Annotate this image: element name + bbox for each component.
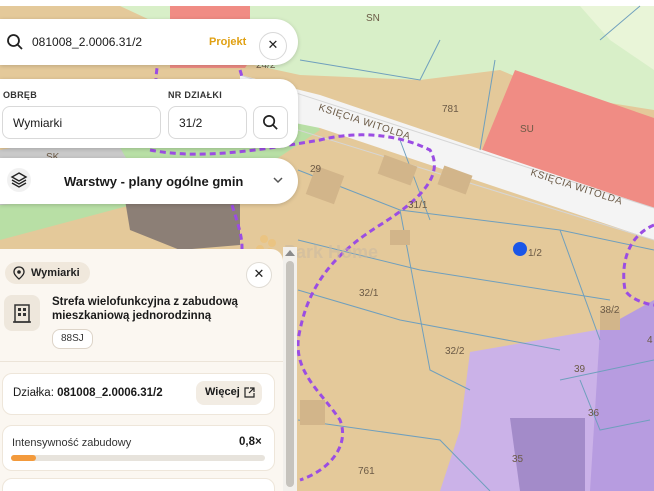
search-bar[interactable]: 081008_2.0006.31/2 Projekt ✕ [0,19,298,65]
zone-label-su: SU [520,124,534,135]
parcel-label: 39 [574,364,586,375]
parcel-label: 31/1 [408,200,428,211]
external-link-icon [244,387,255,398]
parcel-label: 35 [512,454,524,465]
precinct-label: OBRĘB [3,90,38,100]
parcel-label: 781 [442,104,459,115]
intensity-value: 0,8× [239,436,262,448]
plot-info-panel: Wymiarki ✕ Strefa wielofunkcyjna z zabud… [0,249,283,491]
close-icon: ✕ [267,37,279,52]
project-tag[interactable]: Projekt [209,36,246,48]
search-close-button[interactable]: ✕ [259,32,287,60]
next-row [2,478,275,491]
search-icon [263,115,278,130]
layers-label: Warstwy - plany ogólne gmin [64,174,244,189]
parcel-label: 29 [310,164,322,175]
plot-number-label: NR DZIAŁKI [168,90,222,100]
scroll-thumb[interactable] [286,261,294,487]
precinct-input[interactable]: Wymiarki [2,106,161,139]
panel-scrollbar[interactable] [283,247,297,491]
zone-code-badge: 88SJ [52,329,93,349]
intensity-label: Intensywność zabudowy [12,437,132,449]
layers-dropdown[interactable]: Warstwy - plany ogólne gmin [0,158,298,204]
plot-id-value: 081008_2.0006.31/2 [57,387,163,399]
chevron-down-icon [273,177,283,184]
location-marker[interactable] [513,242,527,256]
scroll-up-arrow[interactable] [285,250,295,256]
parcel-label: 4 [647,335,653,346]
location-chip: Wymiarki [5,262,90,284]
parcel-label: 761 [358,466,375,477]
search-query[interactable]: 081008_2.0006.31/2 [32,35,142,49]
location-pin-icon [13,266,25,280]
search-icon [7,34,23,50]
parcel-label: 38/2 [600,305,620,316]
zone-name: Strefa wielofunkcyjna z zabudową mieszka… [52,296,238,322]
watermark-text: Park Home [284,242,378,262]
parcel-label: 32/2 [445,346,465,357]
plot-id-label: Działka: [13,387,54,399]
plot-search-button[interactable] [253,106,288,139]
parcel-label: 36 [588,408,600,419]
parcel-label: 1/2 [528,248,542,259]
panel-close-button[interactable]: ✕ [246,262,272,288]
intensity-bar [11,455,265,461]
more-button[interactable]: Więcej [196,381,262,405]
plot-id-row: Działka: 081008_2.0006.31/2 Więcej [2,373,275,415]
layers-icon [7,168,31,192]
close-icon: ✕ [253,266,265,281]
plot-number-input[interactable]: 31/2 [168,106,247,139]
intensity-row: Intensywność zabudowy 0,8× [2,425,275,471]
parcel-label: 32/1 [359,288,379,299]
zone-label-sn: SN [366,13,380,24]
plot-search-panel: OBRĘB NR DZIAŁKI Wymiarki 31/2 [0,79,298,148]
building-icon [4,295,40,331]
